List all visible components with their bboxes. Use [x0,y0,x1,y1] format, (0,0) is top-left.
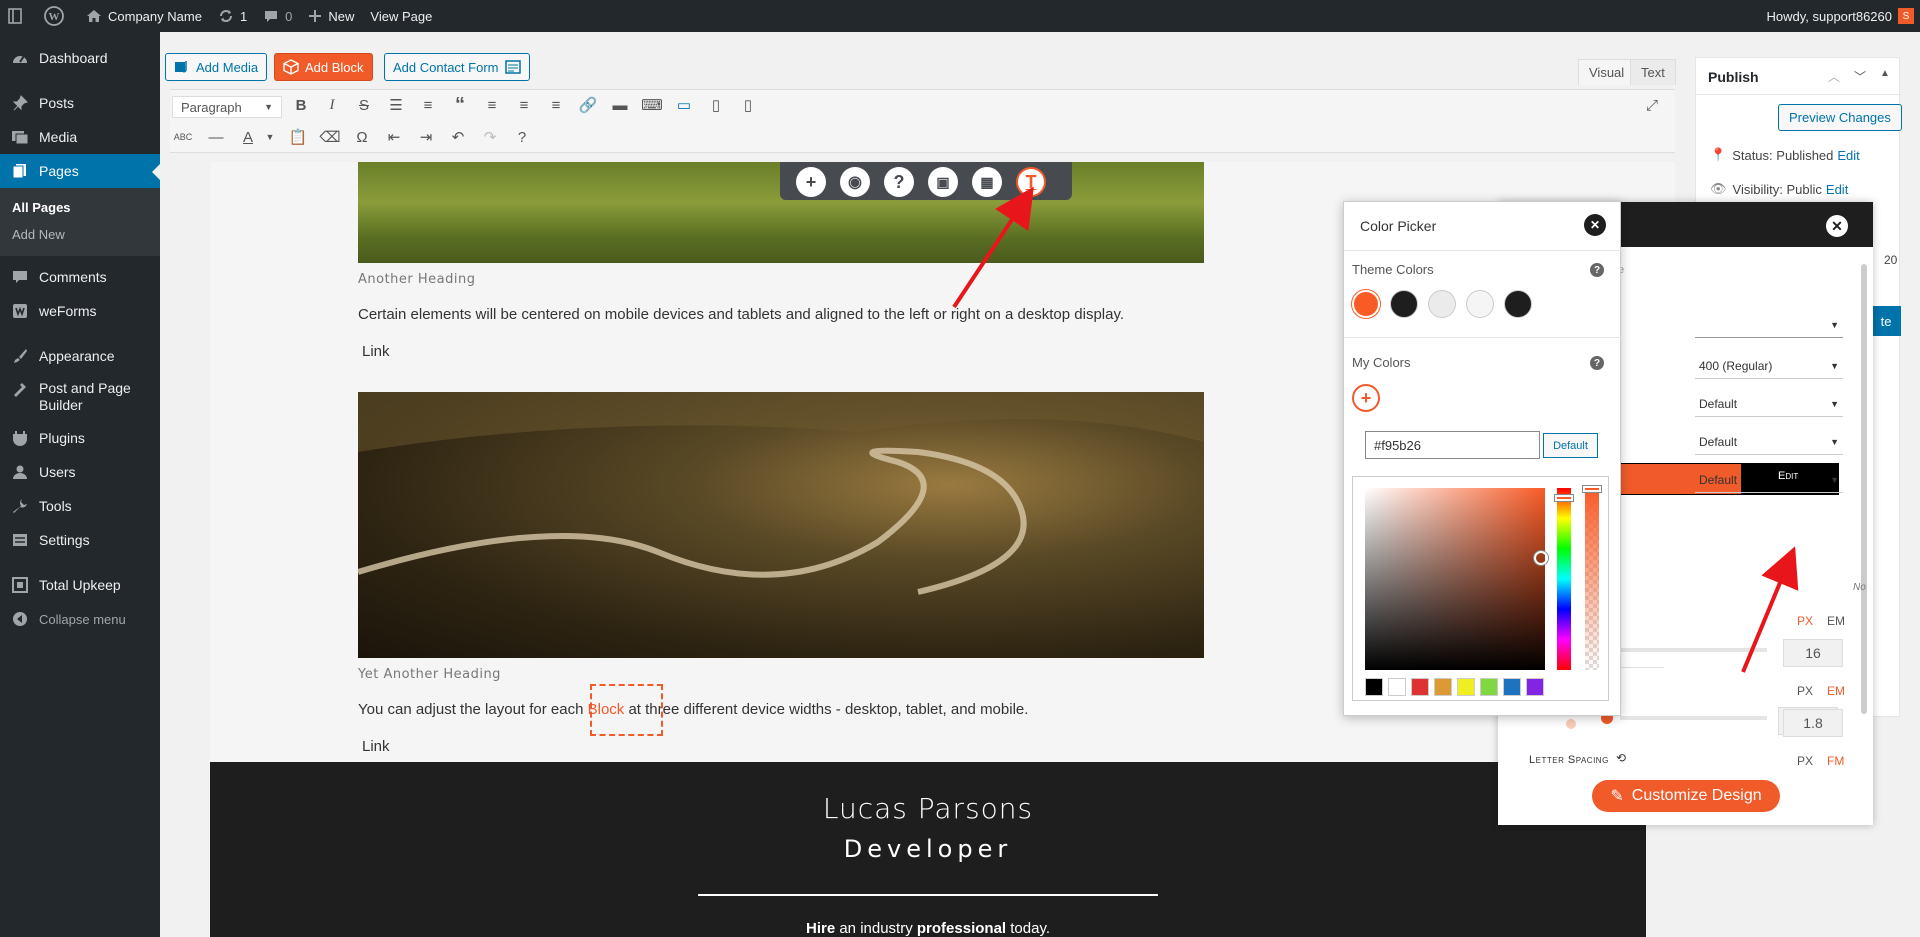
arrow-to-text-icon [952,186,1034,309]
annotation-arrows [952,186,1799,673]
arrow-to-edit-button [1741,546,1799,673]
